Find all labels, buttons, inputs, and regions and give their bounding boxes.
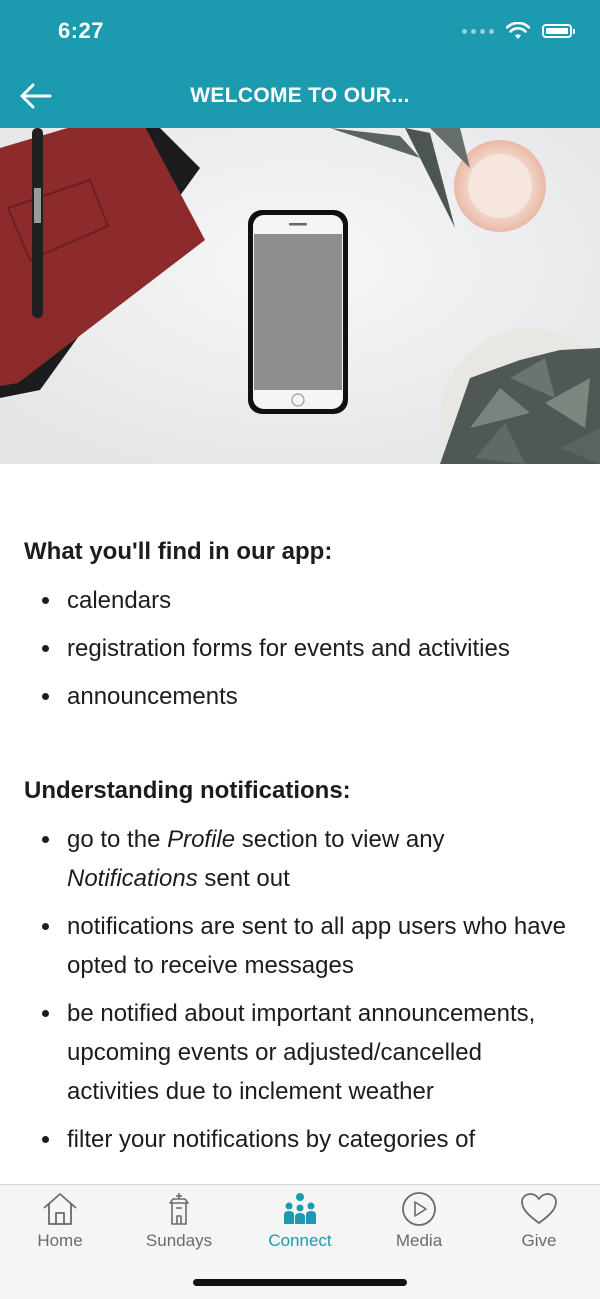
list-item: calendars: [0, 581, 600, 620]
notifications-emphasis: Notifications: [67, 865, 198, 892]
tab-give[interactable]: Give: [484, 1191, 594, 1251]
church-icon: [169, 1193, 189, 1225]
tab-label: Media: [395, 1231, 443, 1250]
list-item: announcements: [0, 677, 600, 716]
navigation-header: 6:27 WELCOME TO OUR...: [0, 0, 600, 128]
app-features-list: calendars registration forms for events …: [0, 581, 600, 725]
wifi-icon: [506, 22, 530, 39]
tab-label: Connect: [268, 1231, 332, 1250]
page-title: WELCOME TO OUR...: [190, 84, 410, 107]
list-item: be notified about important announcement…: [0, 994, 600, 1111]
hero-image: [0, 128, 600, 464]
tab-media[interactable]: Media: [364, 1191, 474, 1251]
section-title-app-features: What you'll find in our app:: [24, 538, 333, 565]
tab-home[interactable]: Home: [5, 1191, 115, 1251]
tab-label: Home: [37, 1231, 83, 1250]
home-indicator: [193, 1279, 407, 1286]
signal-icon: [462, 28, 494, 34]
profile-emphasis: Profile: [167, 826, 236, 853]
battery-icon: [542, 24, 575, 38]
status-time: 6:27: [58, 18, 105, 43]
desk-photo-illustration: [0, 128, 600, 464]
status-indicators: [462, 22, 575, 40]
tab-connect[interactable]: Connect: [245, 1191, 355, 1251]
heart-icon: [521, 1193, 557, 1224]
home-icon: [43, 1193, 77, 1225]
list-item: filter your notifications by categories …: [0, 1120, 600, 1159]
section-title-notifications: Understanding notifications:: [24, 777, 351, 804]
tab-label: Give: [521, 1231, 557, 1250]
notifications-list: go to the Profile section to view any No…: [0, 820, 600, 1168]
list-item: registration forms for events and activi…: [0, 629, 600, 668]
welcome-content: What you'll find in our app: calendars r…: [0, 464, 600, 1184]
tab-sundays[interactable]: Sundays: [124, 1191, 234, 1251]
tab-label: Sundays: [145, 1231, 213, 1250]
people-icon: [284, 1193, 316, 1224]
list-item: go to the Profile section to view any No…: [0, 820, 600, 898]
play-icon: [402, 1192, 436, 1226]
list-item: notifications are sent to all app users …: [0, 907, 600, 985]
